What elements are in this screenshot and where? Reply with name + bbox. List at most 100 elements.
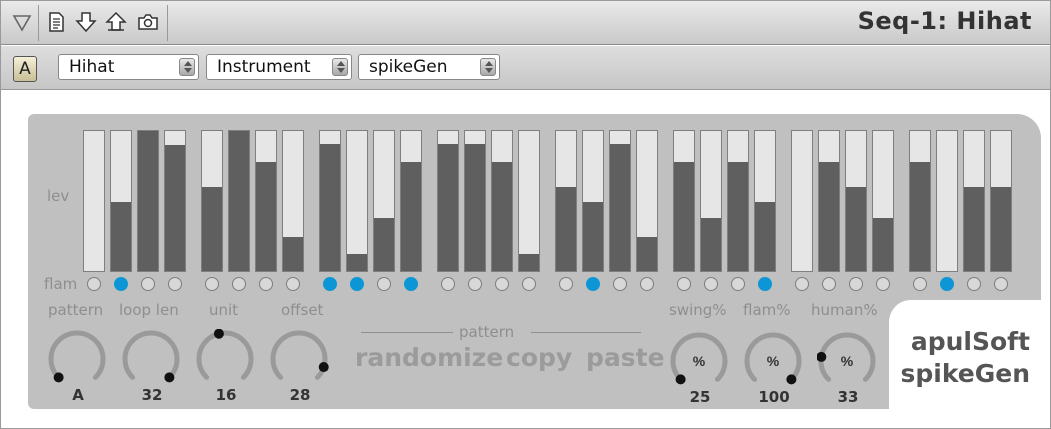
step-level-bar[interactable] <box>228 130 250 272</box>
flam-toggle[interactable] <box>913 277 927 291</box>
step-level-bar[interactable] <box>164 130 186 272</box>
step-level-fill <box>401 162 421 271</box>
flam-toggle[interactable] <box>822 277 836 291</box>
knob-indicator <box>53 372 64 383</box>
step-level-fill <box>964 187 984 271</box>
triangle-down-icon[interactable] <box>9 7 35 37</box>
paste-button[interactable]: paste <box>586 343 665 372</box>
flam-toggle[interactable] <box>468 277 482 291</box>
human-label: human% <box>811 301 878 319</box>
step-level-bar[interactable] <box>437 130 459 272</box>
flam-toggle[interactable] <box>168 277 182 291</box>
knob-offset[interactable] <box>269 329 329 389</box>
step-level-bar[interactable] <box>700 130 722 272</box>
flam-toggle[interactable] <box>640 277 654 291</box>
step-level-fill <box>320 144 340 271</box>
step-level-fill <box>846 187 866 271</box>
type-select[interactable]: Instrument <box>206 54 352 80</box>
step-level-fill <box>674 162 694 271</box>
flam-toggle[interactable] <box>758 277 772 291</box>
step-level-bar[interactable] <box>936 130 958 272</box>
step-level-fill <box>256 162 276 271</box>
knob-value: 100 <box>758 388 790 406</box>
step-level-bar[interactable] <box>818 130 840 272</box>
step-level-bar[interactable] <box>754 130 776 272</box>
step-level-bar[interactable] <box>791 130 813 272</box>
flam-toggle[interactable] <box>876 277 890 291</box>
step-level-bar[interactable] <box>400 130 422 272</box>
flam-toggle[interactable] <box>994 277 1008 291</box>
brand-spikegen: spikeGen <box>900 359 1030 388</box>
preset-select[interactable]: Hihat <box>58 54 199 80</box>
step-level-bar[interactable] <box>518 130 540 272</box>
flam-toggle[interactable] <box>441 277 455 291</box>
flam-toggle[interactable] <box>323 277 337 291</box>
step-level-bar[interactable] <box>555 130 577 272</box>
step-level-fill <box>283 237 303 271</box>
a-button[interactable]: A <box>13 56 37 82</box>
step-level-bar[interactable] <box>845 130 867 272</box>
arrow-up-icon[interactable] <box>103 7 129 37</box>
lev-label: lev <box>47 187 70 205</box>
step-level-bar[interactable] <box>282 130 304 272</box>
flam-toggle[interactable] <box>377 277 391 291</box>
plugin-select[interactable]: spikeGen <box>358 54 500 80</box>
flam-toggle[interactable] <box>404 277 418 291</box>
step-level-bar[interactable] <box>137 130 159 272</box>
flam-toggle[interactable] <box>350 277 364 291</box>
flam-toggle[interactable] <box>232 277 246 291</box>
step-level-bar[interactable] <box>963 130 985 272</box>
step-level-bar[interactable] <box>110 130 132 272</box>
flam-toggle[interactable] <box>495 277 509 291</box>
document-icon[interactable] <box>43 7 69 37</box>
window-title: Seq-1: Hihat <box>857 7 1032 35</box>
flam-toggle[interactable] <box>141 277 155 291</box>
flam-toggle[interactable] <box>87 277 101 291</box>
flam-toggle[interactable] <box>205 277 219 291</box>
flam-toggle[interactable] <box>731 277 745 291</box>
flam-toggle[interactable] <box>286 277 300 291</box>
step-level-fill <box>347 254 367 271</box>
flam-toggle[interactable] <box>522 277 536 291</box>
step-level-bar[interactable] <box>201 130 223 272</box>
flam-toggle[interactable] <box>967 277 981 291</box>
step-level-bar[interactable] <box>990 130 1012 272</box>
arrow-down-icon[interactable] <box>73 7 99 37</box>
step-level-bar[interactable] <box>727 130 749 272</box>
step-level-bar[interactable] <box>346 130 368 272</box>
flam-toggle[interactable] <box>114 277 128 291</box>
step-level-bar[interactable] <box>636 130 658 272</box>
step-level-bar[interactable] <box>909 130 931 272</box>
step-level-bar[interactable] <box>464 130 486 272</box>
camera-icon[interactable] <box>135 7 161 37</box>
copy-button[interactable]: copy <box>506 343 572 372</box>
step-level-bar[interactable] <box>319 130 341 272</box>
step-level-bar[interactable] <box>83 130 105 272</box>
step-level-bar[interactable] <box>373 130 395 272</box>
step-level-fill <box>465 144 485 271</box>
flam-toggle[interactable] <box>795 277 809 291</box>
preset-toolbar: A Hihat Instrument spikeGen <box>1 46 1050 90</box>
step-level-fill <box>138 131 158 271</box>
step-level-bar[interactable] <box>582 130 604 272</box>
knob-unit[interactable] <box>195 329 255 389</box>
randomize-button[interactable]: randomize <box>355 343 503 372</box>
flam-toggle[interactable] <box>613 277 627 291</box>
pattern-label: pattern <box>48 301 104 319</box>
step-level-bar[interactable] <box>255 130 277 272</box>
knob-pattern[interactable] <box>47 329 107 389</box>
flam-toggle[interactable] <box>849 277 863 291</box>
step-level-bar[interactable] <box>673 130 695 272</box>
flam-toggle[interactable] <box>677 277 691 291</box>
flam-toggle[interactable] <box>704 277 718 291</box>
flam-toggle[interactable] <box>940 277 954 291</box>
knob-loop-len[interactable] <box>121 329 181 389</box>
stepper-arrows-icon <box>480 58 496 76</box>
flam-toggle[interactable] <box>259 277 273 291</box>
percent-sign: % <box>766 353 780 369</box>
step-level-bar[interactable] <box>872 130 894 272</box>
step-level-bar[interactable] <box>609 130 631 272</box>
flam-toggle[interactable] <box>586 277 600 291</box>
flam-toggle[interactable] <box>559 277 573 291</box>
step-level-bar[interactable] <box>491 130 513 272</box>
